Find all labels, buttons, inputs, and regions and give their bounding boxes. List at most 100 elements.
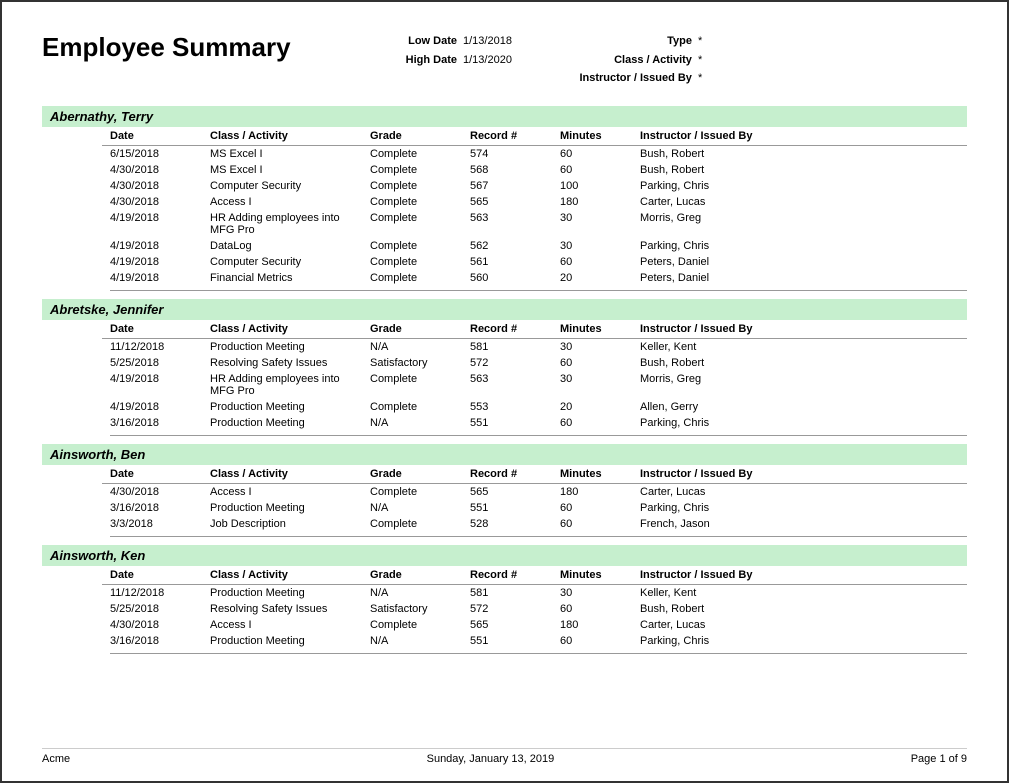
section-divider (110, 536, 967, 537)
cell-instructor: Bush, Robert (640, 148, 820, 160)
header-meta-left: Low Date 1/13/2018 High Date 1/13/2020 (382, 32, 512, 69)
cell-activity: Production Meeting (210, 401, 370, 413)
column-header-instructor: Instructor / Issued By (640, 468, 820, 480)
cell-date: 4/19/2018 (110, 373, 210, 397)
class-activity-label: Class / Activity (572, 51, 692, 70)
column-headers: DateClass / ActivityGradeRecord #Minutes… (102, 566, 967, 585)
cell-grade: Complete (370, 180, 470, 192)
cell-date: 3/3/2018 (110, 518, 210, 530)
cell-record: 581 (470, 341, 560, 353)
cell-record: 565 (470, 196, 560, 208)
cell-record: 574 (470, 148, 560, 160)
employees-container: Abernathy, TerryDateClass / ActivityGrad… (42, 106, 967, 654)
cell-instructor: Morris, Greg (640, 212, 820, 236)
cell-record: 567 (470, 180, 560, 192)
high-date-row: High Date 1/13/2020 (382, 51, 512, 70)
table-row: 3/3/2018Job DescriptionComplete52860Fren… (102, 516, 967, 532)
employee-section: Abernathy, TerryDateClass / ActivityGrad… (42, 106, 967, 291)
table-row: 4/19/2018Production MeetingComplete55320… (102, 399, 967, 415)
cell-activity: Production Meeting (210, 635, 370, 647)
cell-activity: MS Excel I (210, 148, 370, 160)
cell-record: 565 (470, 619, 560, 631)
type-value: * (698, 32, 702, 51)
column-header-grade: Grade (370, 323, 470, 335)
cell-instructor: Parking, Chris (640, 417, 820, 429)
cell-instructor: Parking, Chris (640, 502, 820, 514)
column-header-minutes: Minutes (560, 569, 640, 581)
cell-grade: Complete (370, 518, 470, 530)
table-row: 4/30/2018Access IComplete565180Carter, L… (102, 484, 967, 500)
column-headers: DateClass / ActivityGradeRecord #Minutes… (102, 127, 967, 146)
cell-date: 4/19/2018 (110, 401, 210, 413)
cell-activity: Resolving Safety Issues (210, 603, 370, 615)
column-headers: DateClass / ActivityGradeRecord #Minutes… (102, 320, 967, 339)
low-date-row: Low Date 1/13/2018 (382, 32, 512, 51)
cell-activity: DataLog (210, 240, 370, 252)
column-header-instructor: Instructor / Issued By (640, 323, 820, 335)
report-header: Employee Summary Low Date 1/13/2018 High… (42, 32, 967, 88)
cell-activity: Resolving Safety Issues (210, 357, 370, 369)
cell-date: 4/19/2018 (110, 240, 210, 252)
cell-record: 572 (470, 603, 560, 615)
table-row: 4/30/2018Computer SecurityComplete567100… (102, 178, 967, 194)
cell-record: 553 (470, 401, 560, 413)
cell-activity: Production Meeting (210, 502, 370, 514)
employee-section: Ainsworth, BenDateClass / ActivityGradeR… (42, 444, 967, 537)
column-header-classActivity: Class / Activity (210, 323, 370, 335)
column-header-minutes: Minutes (560, 130, 640, 142)
column-header-classActivity: Class / Activity (210, 468, 370, 480)
cell-minutes: 30 (560, 341, 640, 353)
table-row: 3/16/2018Production MeetingN/A55160Parki… (102, 500, 967, 516)
table-row: 4/30/2018Access IComplete565180Carter, L… (102, 194, 967, 210)
cell-record: 565 (470, 486, 560, 498)
column-header-recordNum: Record # (470, 569, 560, 581)
table-row: 11/12/2018Production MeetingN/A58130Kell… (102, 339, 967, 355)
cell-date: 11/12/2018 (110, 587, 210, 599)
header-meta-right: Type * Class / Activity * Instructor / I… (572, 32, 702, 88)
cell-record: 551 (470, 417, 560, 429)
cell-grade: Satisfactory (370, 603, 470, 615)
cell-instructor: Bush, Robert (640, 603, 820, 615)
employee-name: Ainsworth, Ben (42, 444, 967, 465)
cell-activity: Access I (210, 486, 370, 498)
cell-date: 4/30/2018 (110, 196, 210, 208)
cell-instructor: Keller, Kent (640, 341, 820, 353)
cell-instructor: Peters, Daniel (640, 272, 820, 284)
cell-record: 561 (470, 256, 560, 268)
cell-minutes: 60 (560, 256, 640, 268)
column-header-date: Date (110, 468, 210, 480)
table-row: 4/19/2018DataLogComplete56230Parking, Ch… (102, 238, 967, 254)
cell-minutes: 30 (560, 240, 640, 252)
cell-instructor: Carter, Lucas (640, 486, 820, 498)
table-row: 4/30/2018Access IComplete565180Carter, L… (102, 617, 967, 633)
employee-section: Abretske, JenniferDateClass / ActivityGr… (42, 299, 967, 436)
section-divider (110, 435, 967, 436)
low-date-value: 1/13/2018 (463, 32, 512, 51)
cell-grade: Complete (370, 164, 470, 176)
cell-date: 6/15/2018 (110, 148, 210, 160)
cell-grade: N/A (370, 635, 470, 647)
cell-date: 4/19/2018 (110, 256, 210, 268)
cell-date: 3/16/2018 (110, 502, 210, 514)
cell-date: 4/30/2018 (110, 486, 210, 498)
column-header-classActivity: Class / Activity (210, 130, 370, 142)
cell-minutes: 60 (560, 603, 640, 615)
cell-activity: Production Meeting (210, 417, 370, 429)
cell-activity: Financial Metrics (210, 272, 370, 284)
instructor-row: Instructor / Issued By * (572, 69, 702, 88)
cell-instructor: Keller, Kent (640, 587, 820, 599)
cell-date: 11/12/2018 (110, 341, 210, 353)
column-header-recordNum: Record # (470, 130, 560, 142)
cell-minutes: 30 (560, 587, 640, 599)
cell-instructor: Parking, Chris (640, 240, 820, 252)
cell-minutes: 30 (560, 373, 640, 397)
table-row: 3/16/2018Production MeetingN/A55160Parki… (102, 633, 967, 649)
cell-grade: N/A (370, 587, 470, 599)
table-row: 5/25/2018Resolving Safety IssuesSatisfac… (102, 355, 967, 371)
cell-grade: Complete (370, 256, 470, 268)
table-row: 4/30/2018MS Excel IComplete56860Bush, Ro… (102, 162, 967, 178)
type-row: Type * (572, 32, 702, 51)
employee-name: Abernathy, Terry (42, 106, 967, 127)
cell-date: 4/30/2018 (110, 164, 210, 176)
cell-activity: Access I (210, 619, 370, 631)
